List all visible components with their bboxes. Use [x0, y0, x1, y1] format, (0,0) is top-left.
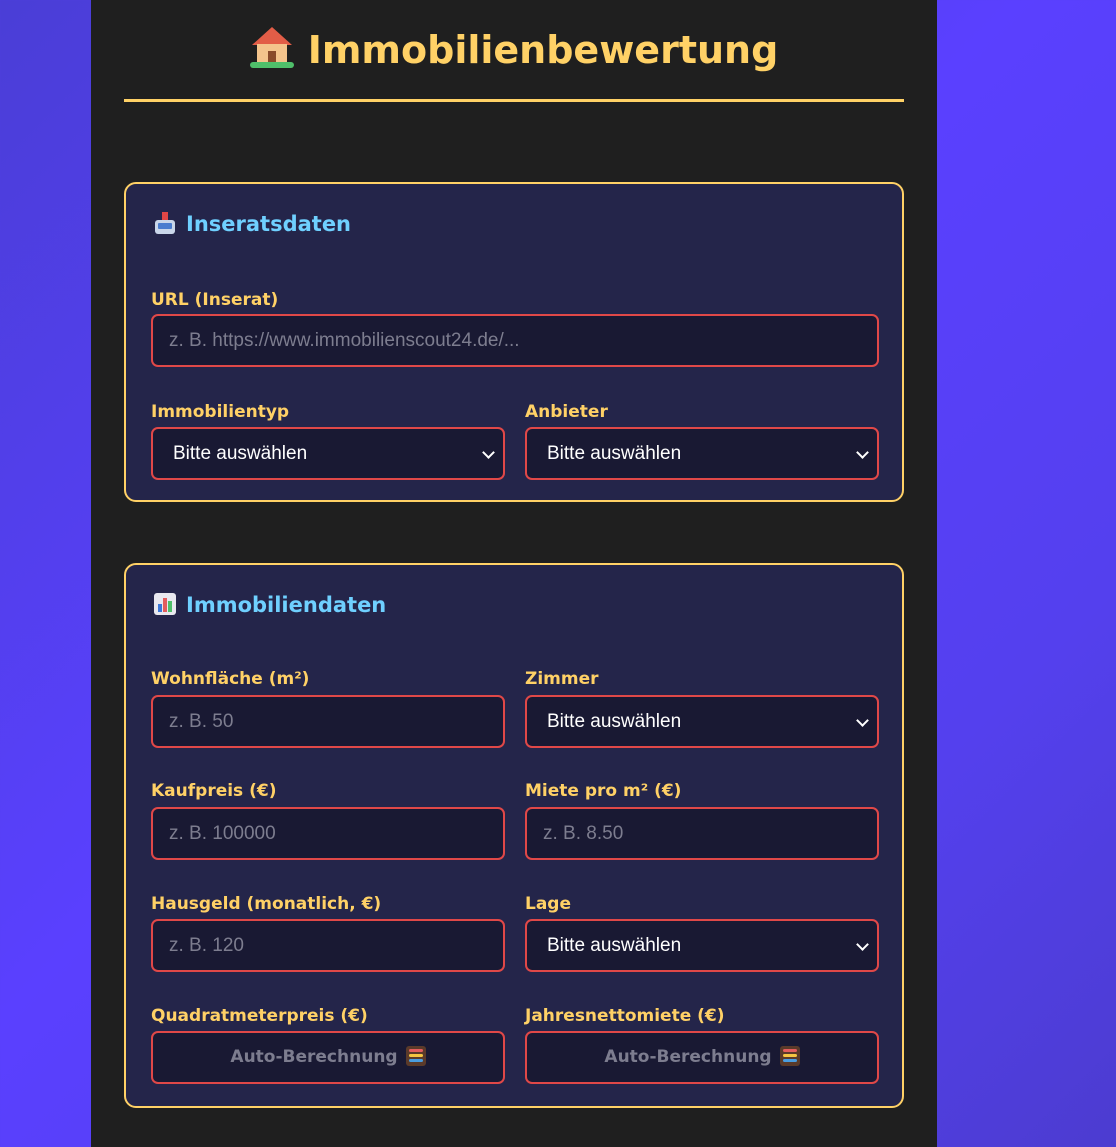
wohnflaeche-input[interactable]: z. B. 50 — [151, 695, 505, 748]
hausgeld-label: Hausgeld (monatlich, €) — [151, 894, 382, 914]
main-panel: Immobilienbewertung Inseratsdaten URL (I… — [91, 0, 937, 1147]
chevron-down-icon — [856, 938, 869, 951]
kaufpreis-label: Kaufpreis (€) — [151, 781, 277, 801]
anbieter-value: Bitte auswählen — [547, 443, 682, 464]
zimmer-select[interactable]: Bitte auswählen — [525, 695, 879, 748]
url-input[interactable]: z. B. https://www.immobilienscout24.de/.… — [151, 314, 879, 367]
page-title-text: Immobilienbewertung — [307, 28, 779, 72]
hausgeld-input[interactable]: z. B. 120 — [151, 919, 505, 972]
zimmer-label: Zimmer — [525, 669, 599, 689]
jahresnettomiete-value: Auto-Berechnung — [604, 1047, 772, 1067]
immobiliendaten-title: Immobiliendaten — [186, 593, 387, 617]
inseratsdaten-section: Inseratsdaten URL (Inserat) z. B. https:… — [124, 182, 904, 502]
lage-label: Lage — [525, 894, 572, 914]
chevron-down-icon — [856, 446, 869, 459]
lage-select[interactable]: Bitte auswählen — [525, 919, 879, 972]
inbox-tray-icon — [154, 212, 176, 234]
abacus-icon — [405, 1046, 426, 1066]
inseratsdaten-title: Inseratsdaten — [186, 212, 352, 236]
immobilientyp-select[interactable]: Bitte auswählen — [151, 427, 505, 480]
jahresnettomiete-label: Jahresnettomiete (€) — [525, 1006, 725, 1026]
abacus-icon — [779, 1046, 800, 1066]
qm-preis-output: Auto-Berechnung — [151, 1031, 505, 1084]
zimmer-value: Bitte auswählen — [547, 711, 682, 732]
kaufpreis-input[interactable]: z. B. 100000 — [151, 807, 505, 860]
house-with-garden-icon — [249, 27, 294, 68]
chevron-down-icon — [856, 714, 869, 727]
qm-preis-value: Auto-Berechnung — [230, 1047, 398, 1067]
inseratsdaten-heading: Inseratsdaten — [154, 208, 351, 240]
page-title: Immobilienbewertung — [91, 20, 937, 80]
url-label: URL (Inserat) — [151, 290, 279, 310]
miete-label: Miete pro m² (€) — [525, 781, 682, 801]
wohnflaeche-label: Wohnfläche (m²) — [151, 669, 310, 689]
anbieter-label: Anbieter — [525, 402, 608, 422]
jahresnettomiete-output: Auto-Berechnung — [525, 1031, 879, 1084]
immobilientyp-label: Immobilientyp — [151, 402, 290, 422]
immobiliendaten-section: Immobiliendaten Wohnfläche (m²) z. B. 50… — [124, 563, 904, 1108]
chevron-down-icon — [482, 446, 495, 459]
anbieter-select[interactable]: Bitte auswählen — [525, 427, 879, 480]
immobilientyp-value: Bitte auswählen — [173, 443, 308, 464]
title-divider — [124, 99, 904, 102]
immobiliendaten-heading: Immobiliendaten — [154, 589, 386, 621]
lage-value: Bitte auswählen — [547, 935, 682, 956]
qm-preis-label: Quadratmeterpreis (€) — [151, 1006, 368, 1026]
bar-chart-icon — [154, 593, 176, 615]
miete-input[interactable]: z. B. 8.50 — [525, 807, 879, 860]
